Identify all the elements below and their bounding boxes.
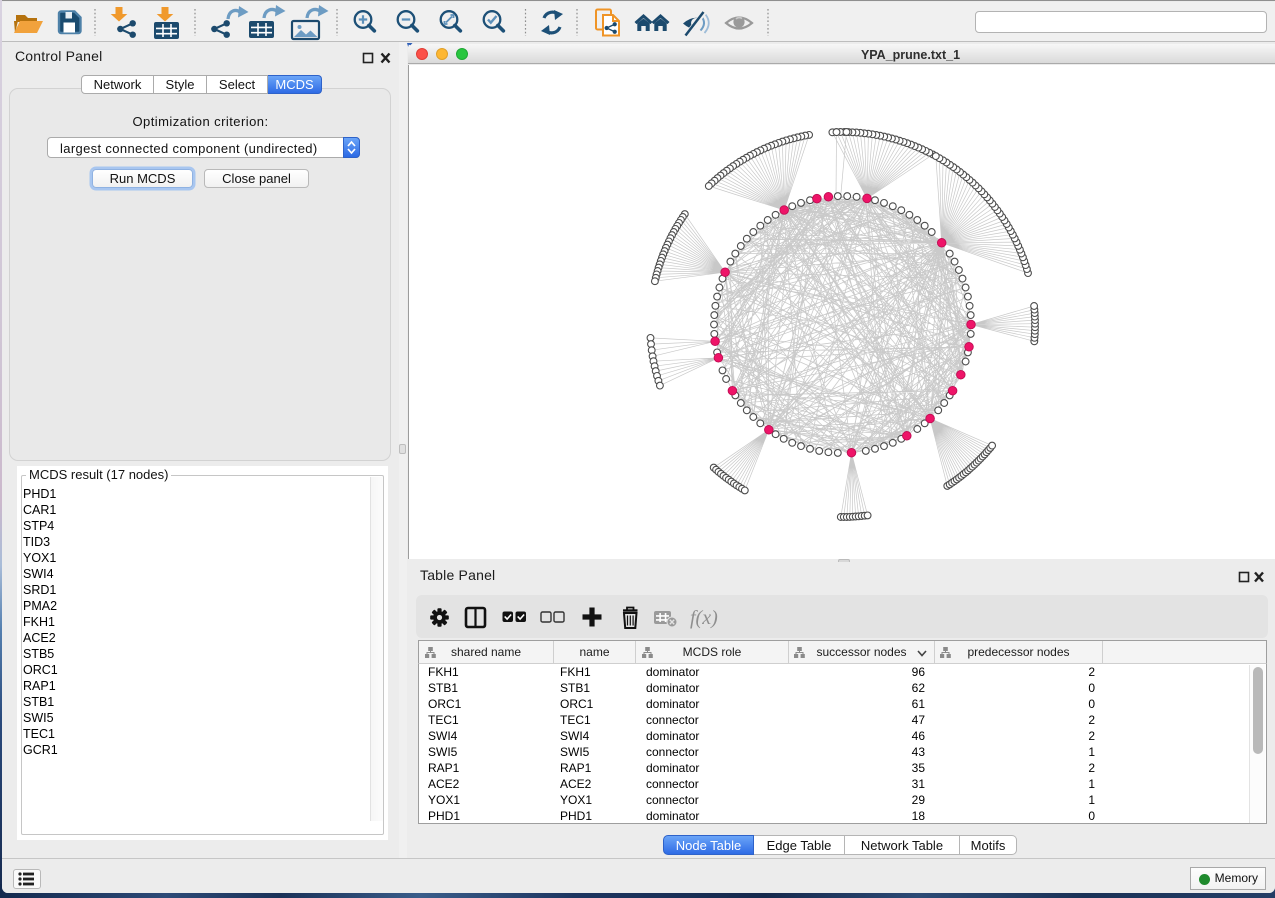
svg-text:f(x): f(x): [690, 607, 718, 629]
